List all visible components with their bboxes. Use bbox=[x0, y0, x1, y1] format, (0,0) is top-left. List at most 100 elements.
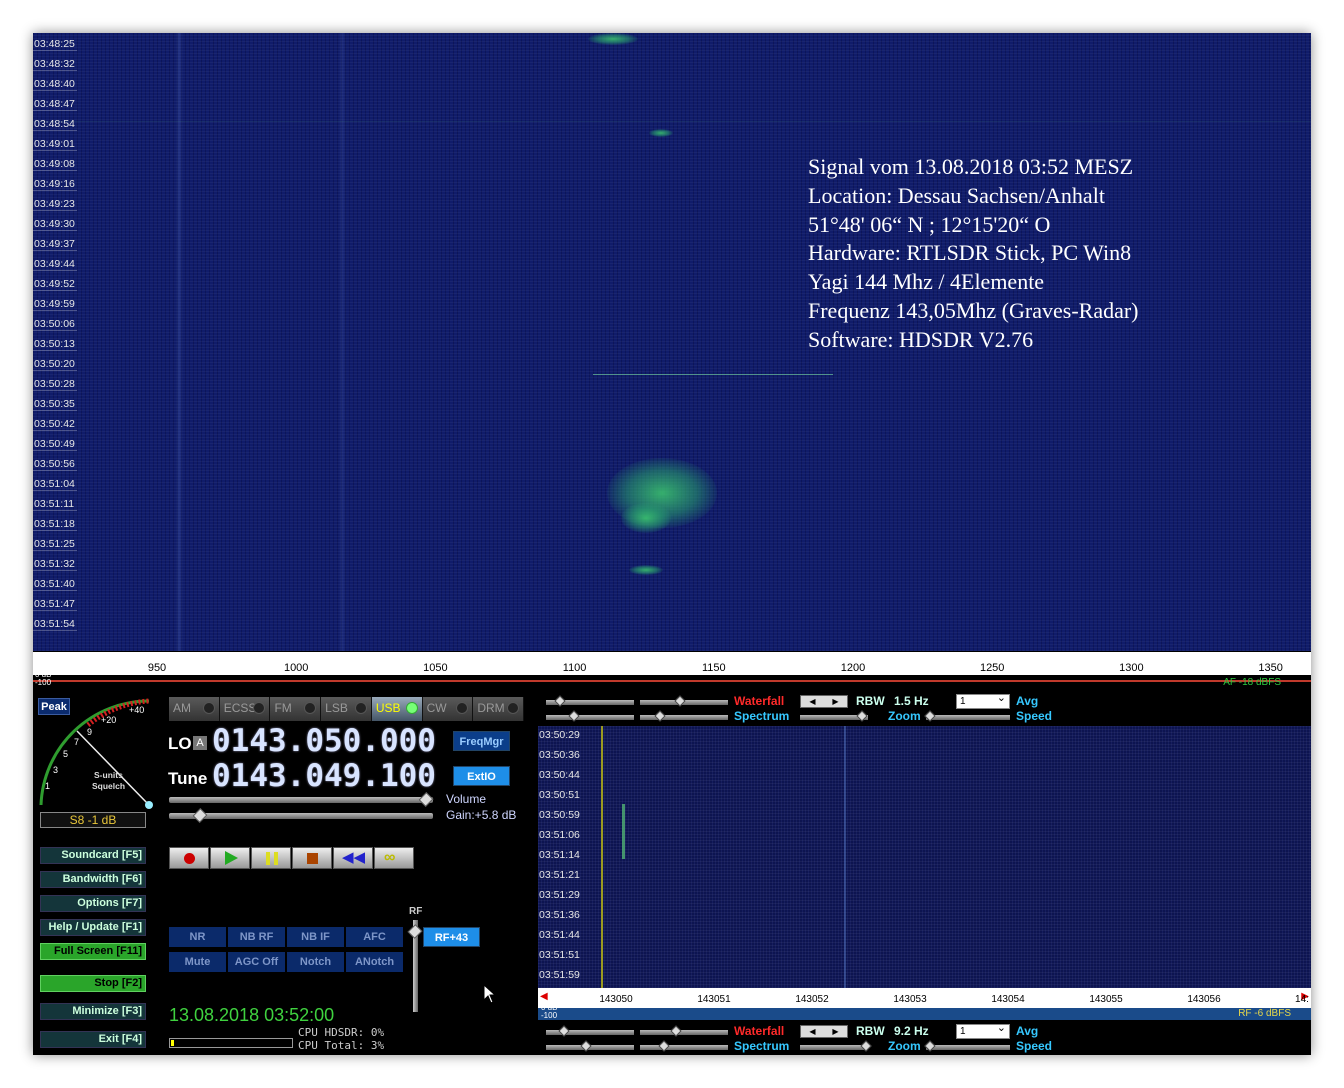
transport-controls: ◀◀ ∞ bbox=[169, 847, 415, 869]
time-label: 03:49:01 bbox=[33, 138, 77, 151]
spectrum-slider[interactable] bbox=[800, 710, 868, 722]
wf-slider-4[interactable] bbox=[640, 1025, 728, 1037]
peak-button[interactable]: Peak bbox=[38, 698, 70, 715]
mode-button-am[interactable]: AM bbox=[169, 697, 220, 721]
mode-button-drm[interactable]: DRM bbox=[473, 697, 525, 721]
play-button[interactable] bbox=[210, 847, 250, 869]
options-button[interactable]: Options [F7] bbox=[40, 895, 146, 912]
zoom-slider[interactable] bbox=[924, 710, 1010, 722]
vfo-a-button[interactable]: A bbox=[193, 736, 207, 750]
left-marker-icon: ◀ bbox=[540, 991, 548, 1002]
sp-slider-2[interactable] bbox=[640, 710, 728, 722]
stop-button[interactable]: Stop [F2] bbox=[40, 975, 146, 992]
dsp-button-nb-if[interactable]: NB IF bbox=[287, 927, 344, 947]
annotation-line: Yagi 144 Mhz / 4Elemente bbox=[808, 269, 1045, 295]
avg-combo[interactable]: 1 bbox=[956, 692, 1010, 709]
dsp-button-agc-off[interactable]: AGC Off bbox=[228, 952, 285, 972]
play-icon bbox=[225, 851, 238, 865]
avg-combo[interactable]: 1 bbox=[956, 1022, 1010, 1039]
dsp-button-afc[interactable]: AFC bbox=[346, 927, 403, 947]
freqmgr-button[interactable]: FreqMgr bbox=[453, 731, 510, 751]
spectrum-label: Spectrum bbox=[734, 709, 790, 723]
sp-slider-1[interactable] bbox=[546, 710, 634, 722]
wf-slider-1[interactable] bbox=[546, 695, 634, 707]
tuning-marker[interactable] bbox=[601, 726, 603, 988]
dsp-button-nb-rf[interactable]: NB RF bbox=[228, 927, 285, 947]
rbw-label: RBW bbox=[856, 1024, 885, 1038]
lo-frequency-display[interactable]: 0143.050.000 bbox=[212, 723, 436, 759]
frequency-tick: 143054 bbox=[991, 994, 1025, 1005]
svg-text:+20: +20 bbox=[101, 715, 116, 725]
mode-button-fm[interactable]: FM bbox=[270, 697, 322, 721]
bandwidth-button[interactable]: Bandwidth [F6] bbox=[40, 871, 146, 888]
time-label: 03:51:44 bbox=[539, 929, 580, 941]
stop-icon bbox=[307, 853, 318, 864]
time-label: 03:51:51 bbox=[539, 949, 580, 961]
dsp-button-mute[interactable]: Mute bbox=[169, 952, 226, 972]
soundcard-button[interactable]: Soundcard [F5] bbox=[40, 847, 146, 864]
help-update-button[interactable]: Help / Update [F1] bbox=[40, 919, 146, 936]
right-arrow-icon[interactable]: ▶ bbox=[832, 1026, 838, 1037]
dsp-button-anotch[interactable]: ANotch bbox=[346, 952, 403, 972]
wf-slider-2[interactable] bbox=[640, 695, 728, 707]
mode-led-icon bbox=[354, 702, 367, 714]
frequency-tick: 950 bbox=[147, 662, 167, 674]
zoomed-waterfall[interactable]: 03:50:29 03:50:36 03:50:44 03:50:51 03:50:59… bbox=[538, 726, 1311, 988]
frequency-tick: 1300 bbox=[1119, 662, 1144, 674]
gain-slider[interactable] bbox=[169, 808, 433, 823]
zoomed-frequency-axis[interactable]: ◀ ▶ 143050 143051 143052 143053 143054 143055… bbox=[538, 988, 1311, 1008]
rbw-stepper[interactable]: ◀ ▶ bbox=[800, 1025, 848, 1038]
stop-record-button[interactable] bbox=[292, 847, 332, 869]
wf-slider-3[interactable] bbox=[546, 1025, 634, 1037]
zoom-slider[interactable] bbox=[924, 1040, 1010, 1052]
rf-gain-slider[interactable] bbox=[407, 920, 423, 1012]
mode-button-ecss[interactable]: ECSS bbox=[219, 697, 271, 721]
cpu-usage: CPU HDSDR: 0% CPU Total: 3% bbox=[298, 1026, 384, 1052]
dsp-button-nr[interactable]: NR bbox=[169, 927, 226, 947]
annotation-line: 51°48' 06“ N ; 12°15'20“ O bbox=[808, 211, 1051, 237]
extio-button[interactable]: ExtIO bbox=[453, 766, 510, 786]
time-label: 03:51:11 bbox=[33, 498, 78, 511]
zoomed-db-bar: 0 dB -100 RF -6 dBFS bbox=[538, 1004, 1311, 1020]
time-label: 03:50:42 bbox=[33, 418, 77, 431]
sp-slider-3[interactable] bbox=[546, 1040, 634, 1052]
left-arrow-icon[interactable]: ◀ bbox=[809, 696, 815, 707]
loop-button[interactable]: ∞ bbox=[374, 847, 414, 869]
sp-slider-4[interactable] bbox=[640, 1040, 728, 1052]
left-arrow-icon[interactable]: ◀ bbox=[809, 1026, 815, 1037]
minimize-button[interactable]: Minimize [F3] bbox=[40, 1003, 146, 1020]
db-scale-bar: 0 dB -100 AF -18 dBFS bbox=[33, 671, 1311, 689]
frequency-tick: 1100 bbox=[562, 662, 587, 674]
time-label: 03:51:54 bbox=[33, 618, 77, 631]
mouse-cursor-icon bbox=[483, 984, 497, 1004]
time-label: 03:49:44 bbox=[33, 258, 77, 271]
time-label: 03:48:47 bbox=[33, 98, 77, 111]
rbw-stepper[interactable]: ◀ ▶ bbox=[800, 695, 848, 708]
volume-slider[interactable] bbox=[169, 792, 434, 807]
frequency-axis[interactable]: 950 1000 1050 1100 1150 1200 1250 1300 1350 bbox=[33, 651, 1311, 675]
time-label: 03:49:30 bbox=[33, 218, 77, 231]
zoom-label: Zoom bbox=[888, 709, 921, 723]
mode-button-usb[interactable]: USB bbox=[371, 697, 423, 721]
exit-button[interactable]: Exit [F4] bbox=[40, 1031, 146, 1048]
dsp-button-notch[interactable]: Notch bbox=[287, 952, 344, 972]
main-waterfall[interactable]: 03:48:25 03:48:32 03:48:40 03:48:47 03:48:54… bbox=[33, 33, 1311, 651]
mode-button-lsb[interactable]: LSB bbox=[321, 697, 372, 721]
tune-frequency-display[interactable]: 0143.049.100 bbox=[212, 758, 436, 794]
record-button[interactable] bbox=[169, 847, 209, 869]
spectrum-label: Spectrum bbox=[734, 1039, 790, 1053]
mode-label: CW bbox=[426, 701, 447, 715]
rewind-button[interactable]: ◀◀ bbox=[333, 847, 373, 869]
time-label: 03:51:14 bbox=[539, 849, 580, 861]
db-bottom-label: -100 bbox=[35, 678, 52, 687]
rf-gain-button[interactable]: RF+43 bbox=[423, 927, 480, 947]
af-level: AF -18 dBFS bbox=[1223, 677, 1281, 688]
right-arrow-icon[interactable]: ▶ bbox=[832, 696, 838, 707]
mode-led-icon bbox=[456, 702, 469, 714]
spectrum-slider[interactable] bbox=[800, 1040, 872, 1052]
rewind-icon: ◀◀ bbox=[342, 849, 366, 866]
mode-button-cw[interactable]: CW bbox=[422, 697, 474, 721]
svg-text:Squelch: Squelch bbox=[92, 781, 125, 791]
full-screen-button[interactable]: Full Screen [F11] bbox=[40, 943, 146, 960]
pause-button[interactable] bbox=[251, 847, 291, 869]
